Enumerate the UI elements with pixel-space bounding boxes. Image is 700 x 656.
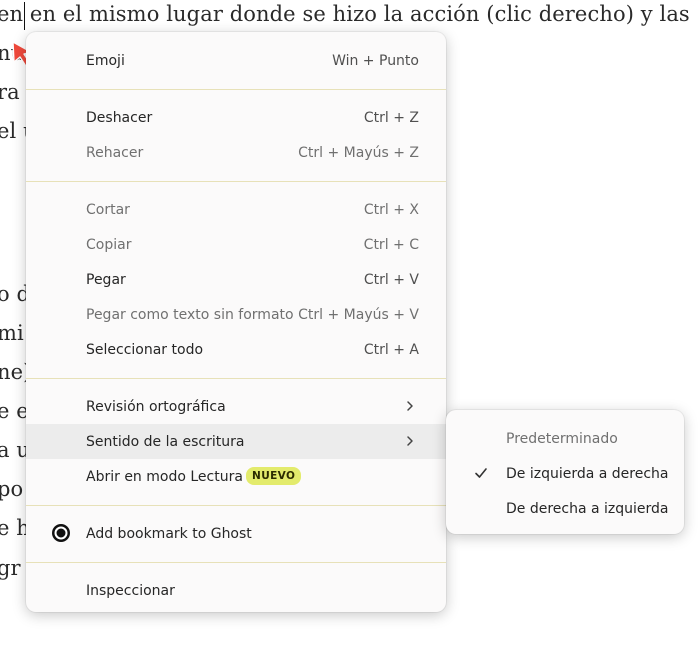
new-badge: NUEVO xyxy=(246,467,302,485)
submenu-item-de-izquierda-a-derecha[interactable]: De izquierda a derecha xyxy=(446,456,684,491)
writing-direction-submenu: Predeterminado De izquierda a derecha De d… xyxy=(446,410,684,534)
menu-item-deshacer[interactable]: Deshacer Ctrl + Z xyxy=(26,100,446,135)
menu-item-label: Abrir en modo Lectura xyxy=(86,468,243,485)
menu-item-abrir-en-modo-lectura[interactable]: Abrir en modo Lectura NUEVO xyxy=(26,459,446,494)
document-text-line: en en el mismo lugar donde se hizo la ac… xyxy=(0,2,690,26)
text-cursor xyxy=(24,2,25,30)
menu-item-seleccionar-todo[interactable]: Seleccionar todo Ctrl + A xyxy=(26,332,446,367)
menu-item-shortcut: Win + Punto xyxy=(332,52,419,69)
menu-item-emoji[interactable]: Emoji Win + Punto xyxy=(26,43,446,78)
menu-item-copiar[interactable]: Copiar Ctrl + C xyxy=(26,227,446,262)
menu-item-inspeccionar[interactable]: Inspeccionar xyxy=(26,573,446,608)
submenu-item-predeterminado[interactable]: Predeterminado xyxy=(446,421,684,456)
menu-separator xyxy=(26,505,446,506)
menu-item-shortcut: Ctrl + A xyxy=(363,341,419,358)
menu-item-label: Add bookmark to Ghost xyxy=(86,525,252,542)
menu-item-shortcut: Ctrl + Mayús + V xyxy=(298,306,419,323)
menu-separator xyxy=(26,378,446,379)
submenu-item-label: De izquierda a derecha xyxy=(506,465,669,482)
chevron-right-icon xyxy=(404,435,416,447)
menu-item-label: Inspeccionar xyxy=(86,582,175,599)
menu-separator xyxy=(26,562,446,563)
submenu-item-de-derecha-a-izquierda[interactable]: De derecha a izquierda xyxy=(446,491,684,526)
menu-separator xyxy=(26,181,446,182)
menu-item-label: Pegar xyxy=(86,271,126,288)
menu-item-shortcut: Ctrl + X xyxy=(363,201,419,218)
menu-item-revision-ortografica[interactable]: Revisión ortográfica xyxy=(26,389,446,424)
menu-item-sentido-de-la-escritura[interactable]: Sentido de la escritura xyxy=(26,424,446,459)
menu-item-label: Pegar como texto sin formato xyxy=(86,306,294,323)
menu-item-add-bookmark-to-ghost[interactable]: Add bookmark to Ghost xyxy=(26,516,446,551)
ghost-icon xyxy=(51,523,71,543)
menu-item-label: Revisión ortográfica xyxy=(86,398,226,415)
menu-item-label: Emoji xyxy=(86,52,125,69)
menu-separator xyxy=(26,89,446,90)
menu-item-label: Rehacer xyxy=(86,144,144,161)
menu-item-rehacer[interactable]: Rehacer Ctrl + Mayús + Z xyxy=(26,135,446,170)
menu-item-shortcut: Ctrl + C xyxy=(363,236,419,253)
submenu-item-label: Predeterminado xyxy=(506,430,618,447)
menu-item-label: Seleccionar todo xyxy=(86,341,204,358)
menu-item-shortcut: Ctrl + Mayús + Z xyxy=(298,144,419,161)
menu-item-pegar[interactable]: Pegar Ctrl + V xyxy=(26,262,446,297)
checkmark-icon xyxy=(474,466,488,480)
menu-item-label: Cortar xyxy=(86,201,130,218)
context-menu: Emoji Win + Punto Deshacer Ctrl + Z Rehacer C… xyxy=(26,32,446,612)
menu-item-label: Sentido de la escritura xyxy=(86,433,245,450)
menu-item-pegar-como-texto-sin-formato[interactable]: Pegar como texto sin formato Ctrl + Mayús… xyxy=(26,297,446,332)
chevron-right-icon xyxy=(404,400,416,412)
menu-item-cortar[interactable]: Cortar Ctrl + X xyxy=(26,192,446,227)
menu-item-label: Deshacer xyxy=(86,109,153,126)
menu-item-shortcut: Ctrl + V xyxy=(363,271,419,288)
menu-item-shortcut: Ctrl + Z xyxy=(363,109,419,126)
submenu-item-label: De derecha a izquierda xyxy=(506,500,669,517)
menu-item-label: Copiar xyxy=(86,236,132,253)
